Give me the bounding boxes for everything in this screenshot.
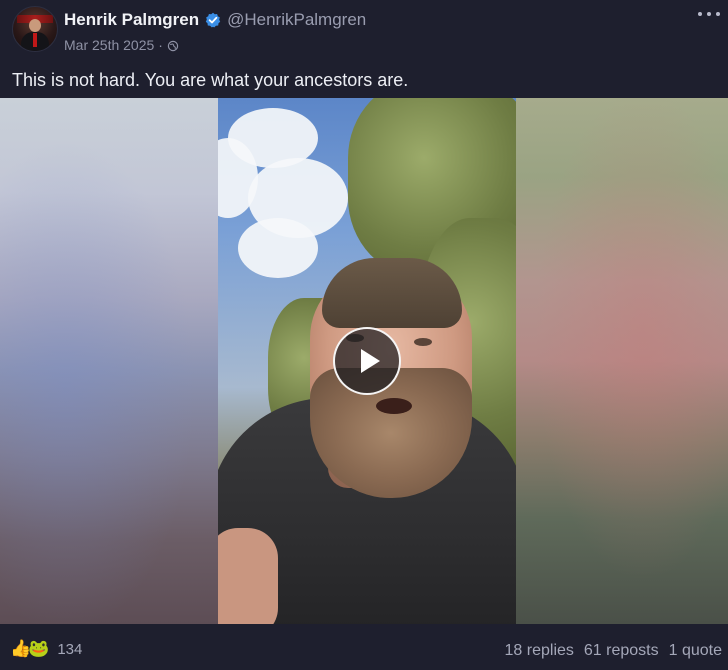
video-blur-left [0,98,218,624]
video-blur-right [516,98,728,624]
post-card: Henrik Palmgren @HenrikPalmgren Mar 25th… [0,0,728,670]
verified-badge-icon [205,12,221,28]
quotes-count-link[interactable]: 1 quote [669,642,722,660]
post-footer: 👍 🐸 134 18 replies 61 reposts 1 quote [0,630,728,670]
author-line: Henrik Palmgren @HenrikPalmgren [64,10,366,30]
more-options-button[interactable] [698,6,720,22]
replies-count-link[interactable]: 18 replies [505,642,574,660]
thumbnail-person-arm [218,528,278,624]
avatar[interactable] [12,6,58,52]
post-header: Henrik Palmgren @HenrikPalmgren Mar 25th… [0,0,728,60]
reaction-count: 134 [57,640,83,658]
thumbnail-person-eye [414,338,432,346]
post-date[interactable]: Mar 25th 2025 [64,37,154,53]
more-dot-icon [707,12,711,16]
author-handle[interactable]: @HenrikPalmgren [227,10,366,30]
play-icon [361,349,380,373]
thumbnail-cloud [238,218,318,278]
thumbnail-person-hair [322,258,462,328]
more-dot-icon [716,12,720,16]
reposts-count-link[interactable]: 61 reposts [584,642,659,660]
avatar-tie [33,33,37,47]
globe-icon [167,39,179,52]
play-button[interactable] [333,327,401,395]
avatar-head [29,19,41,32]
post-stats: 18 replies 61 reposts 1 quote [505,642,722,660]
reactions-bar[interactable]: 👍 🐸 134 [10,640,82,658]
frog-emoji-icon: 🐸 [28,639,50,658]
post-text: This is not hard. You are what your ance… [12,70,409,90]
author-display-name[interactable]: Henrik Palmgren [64,10,199,30]
more-dot-icon [698,12,702,16]
meta-separator: · [158,37,163,53]
post-meta: Mar 25th 2025 · [64,37,179,53]
thumbnail-person-mouth [376,398,412,414]
video-media[interactable] [0,98,728,624]
